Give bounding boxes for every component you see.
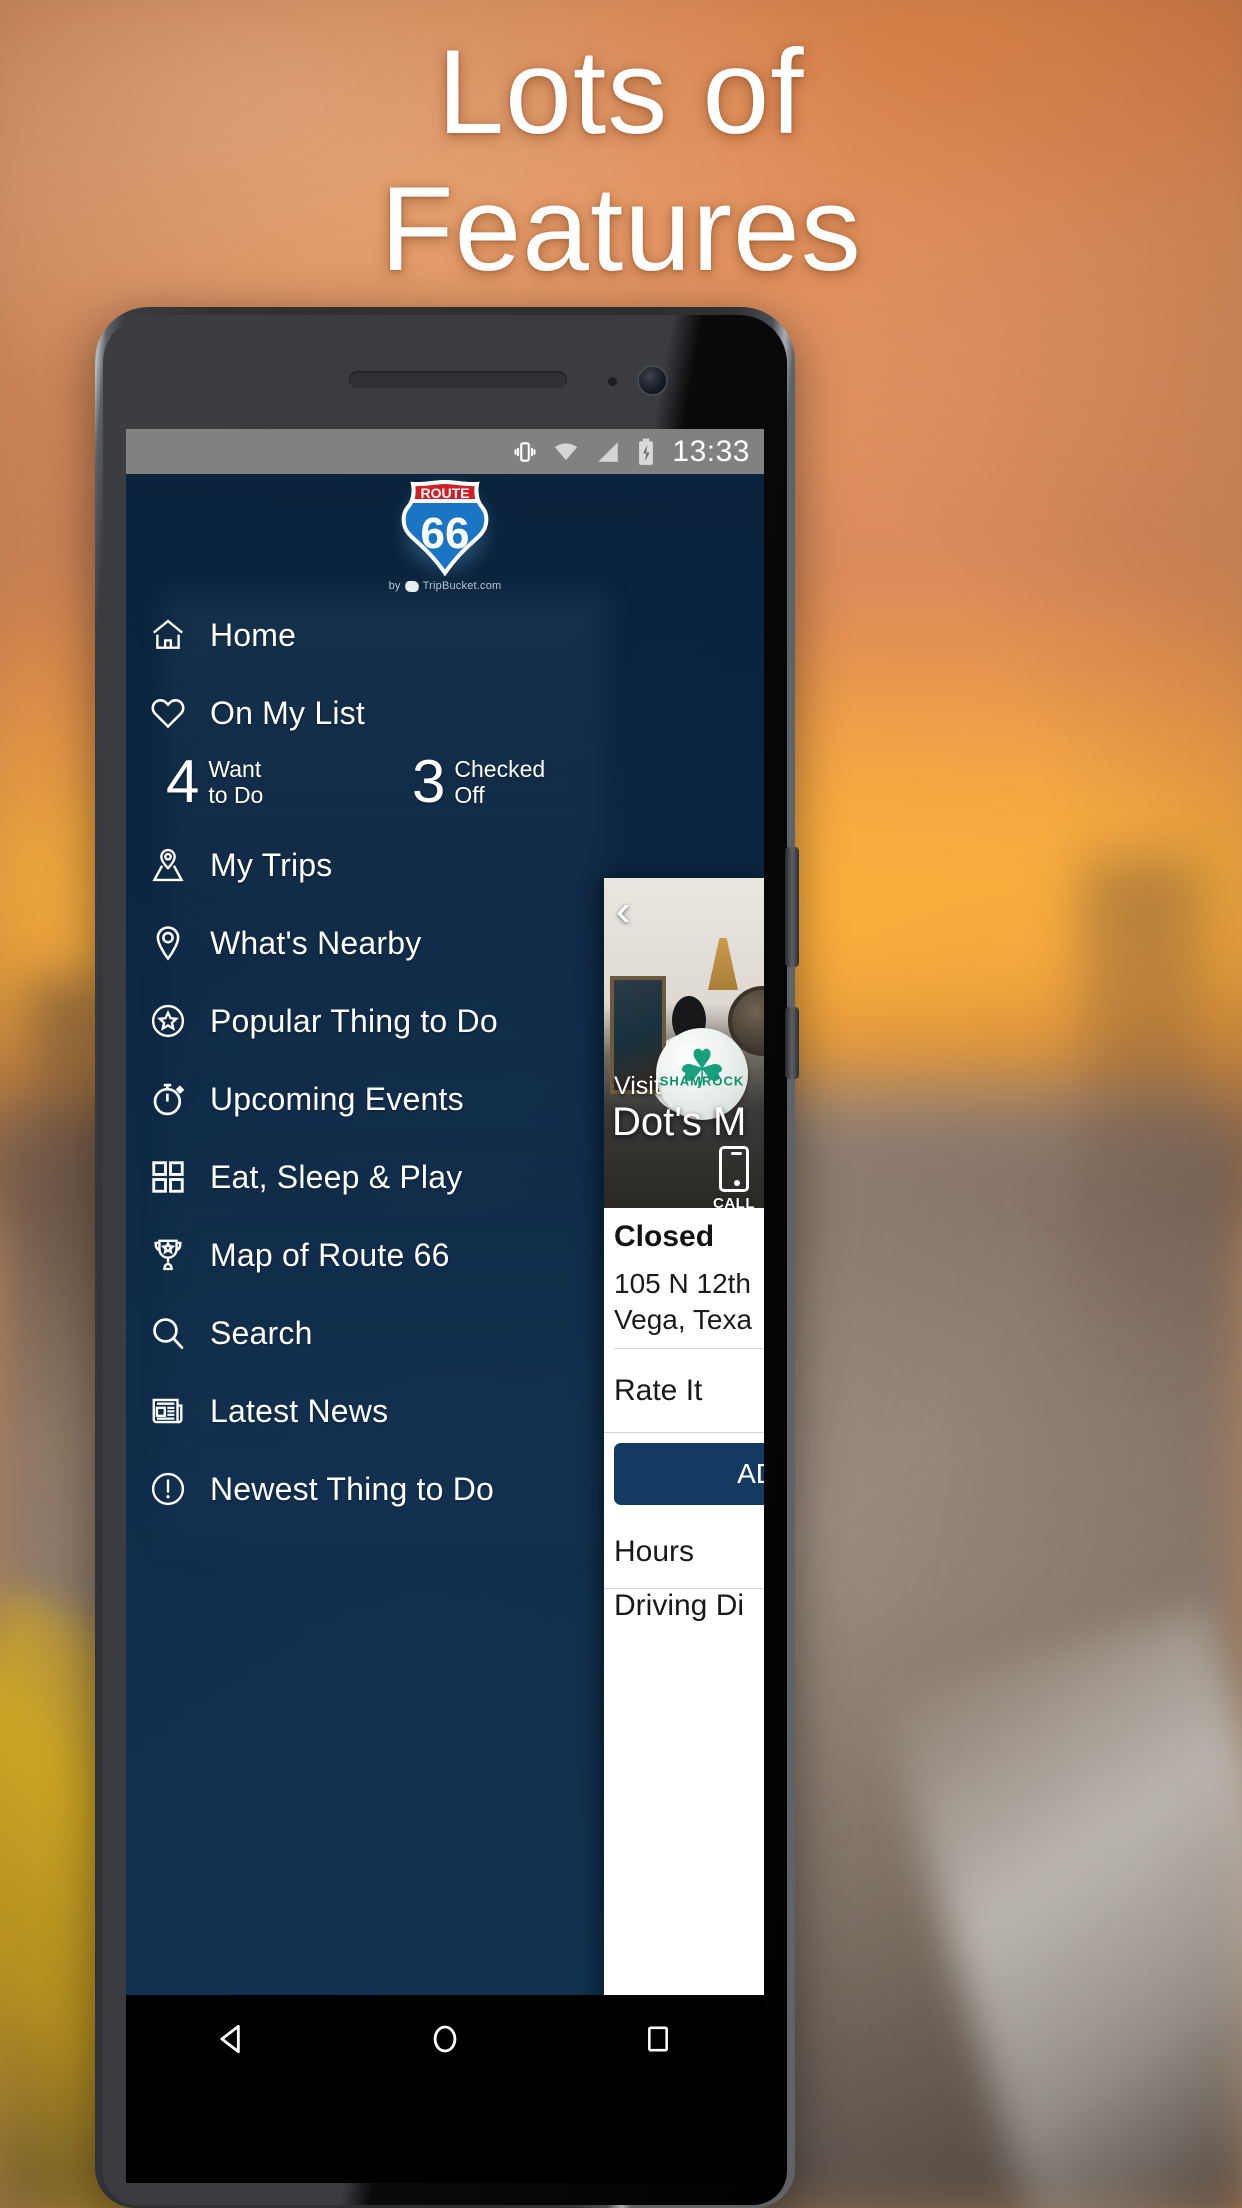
home-circle-icon[interactable] (417, 2011, 473, 2067)
grid-icon (148, 1157, 188, 1197)
counter-caption: Checked Off (454, 756, 545, 808)
place-detail-panel: ☘ SHAMROCK ‹ Visit Dot's M CALL Closed 1… (604, 878, 764, 2008)
newspaper-icon (148, 1391, 188, 1431)
add-button-wrap: AD (604, 1433, 764, 1515)
star-circle-icon (148, 1001, 188, 1041)
back-icon[interactable] (204, 2011, 260, 2067)
counter-caption-line2: to Do (208, 782, 264, 808)
heart-icon (148, 693, 188, 733)
wifi-icon (551, 439, 581, 465)
phone-mockup: 13:33 ROUTE 66 by TripBucket.com Home On… (95, 307, 799, 2208)
add-button-label: AD (737, 1458, 764, 1489)
counter-caption-line2: Off (454, 782, 485, 808)
driving-directions-row[interactable]: Driving Di (604, 1589, 764, 1629)
call-button[interactable]: CALL (708, 1146, 760, 1208)
sidebar-item-label: Latest News (210, 1392, 389, 1429)
hero-title: Lots of Features (0, 24, 1242, 298)
counter-caption-line1: Want (208, 756, 262, 782)
counter-want-to-do[interactable]: 4 Want to Do (166, 752, 412, 812)
counter-caption-line1: Checked (454, 756, 546, 782)
counter-caption: Want to Do (208, 756, 263, 808)
signal-icon (594, 439, 622, 465)
hero-title-line-2: Features (380, 162, 862, 296)
photo-hanging-tassel (708, 938, 738, 990)
sidebar-item-on-my-list[interactable]: On My List (144, 674, 764, 752)
android-nav-bar (126, 1995, 764, 2083)
trophy-icon (148, 1235, 188, 1275)
android-status-bar: 13:33 (126, 429, 764, 474)
logo-byline-prefix: by (388, 580, 401, 592)
proximity-sensor-icon (608, 377, 617, 386)
sidebar-item-label: Eat, Sleep & Play (210, 1158, 463, 1195)
front-camera-icon (639, 367, 666, 394)
battery-charging-icon (635, 438, 657, 466)
sidebar-item-label: Newest Thing to Do (210, 1470, 495, 1507)
rate-it-row[interactable]: Rate It (604, 1349, 764, 1433)
power-button[interactable] (785, 1007, 799, 1079)
recents-square-icon[interactable] (630, 2011, 686, 2067)
status-badge: Closed (614, 1220, 715, 1253)
search-icon (148, 1313, 188, 1353)
rate-it-label: Rate It (614, 1373, 703, 1407)
counter-number: 4 (166, 748, 200, 815)
shield-number-text: 66 (421, 509, 470, 558)
app-logo[interactable]: ROUTE 66 by TripBucket.com (126, 474, 764, 596)
sidebar-item-label: What's Nearby (210, 924, 422, 961)
house-icon (148, 615, 188, 655)
clover-icon: ☘ (677, 1040, 727, 1101)
sidebar-item-label: Search (210, 1314, 313, 1351)
map-pin-user-icon (148, 845, 188, 885)
earpiece-speaker (349, 371, 567, 388)
address-line-2: Vega, Texa (614, 1304, 753, 1335)
vibrate-icon (512, 439, 538, 465)
sidebar-item-label: Popular Thing to Do (210, 1002, 498, 1039)
add-button[interactable]: AD (614, 1443, 764, 1505)
status-bar-clock: 13:33 (672, 434, 750, 468)
volume-button[interactable] (785, 847, 799, 967)
place-eyebrow: Visit (614, 1072, 661, 1100)
sidebar-item-home[interactable]: Home (144, 596, 764, 674)
address-line-1: 105 N 12th (614, 1268, 751, 1299)
shield-route-text: ROUTE (421, 485, 470, 501)
sidebar-item-label: Map of Route 66 (210, 1236, 450, 1273)
hours-row[interactable]: Hours (604, 1515, 764, 1589)
sidebar-item-label: Upcoming Events (210, 1080, 464, 1117)
place-info-block: Closed 105 N 12th Vega, Texa (604, 1208, 764, 1349)
chevron-left-icon[interactable]: ‹ (616, 889, 650, 933)
counter-number: 3 (412, 748, 446, 815)
route66-shield-icon: ROUTE 66 (392, 474, 498, 583)
navigation-drawer: ROUTE 66 by TripBucket.com Home On My Li… (126, 474, 764, 2083)
sidebar-item-label: My Trips (210, 846, 333, 883)
sidebar-item-label: On My List (210, 694, 365, 731)
place-hero-photo: ☘ SHAMROCK ‹ Visit Dot's M CALL (604, 878, 764, 1208)
counter-checked-off[interactable]: 3 Checked Off (412, 752, 545, 812)
hero-title-line-1: Lots of (437, 25, 805, 159)
place-title: Dot's M (612, 1100, 747, 1144)
location-pin-icon (148, 923, 188, 963)
stopwatch-icon (148, 1079, 188, 1119)
exclamation-circle-icon (148, 1469, 188, 1509)
hours-label: Hours (614, 1534, 695, 1568)
phone-icon (719, 1146, 749, 1192)
phone-screen: 13:33 ROUTE 66 by TripBucket.com Home On… (126, 429, 764, 2083)
call-label: CALL (713, 1195, 755, 1208)
tripbucket-mark-icon (403, 580, 420, 592)
list-counters: 4 Want to Do 3 Checked Off (144, 752, 764, 826)
shamrock-wordmark: SHAMROCK (659, 1073, 745, 1089)
driving-directions-label: Driving Di (614, 1589, 745, 1622)
sidebar-item-label: Home (210, 616, 297, 653)
phone-bottom-chin (126, 2083, 764, 2183)
